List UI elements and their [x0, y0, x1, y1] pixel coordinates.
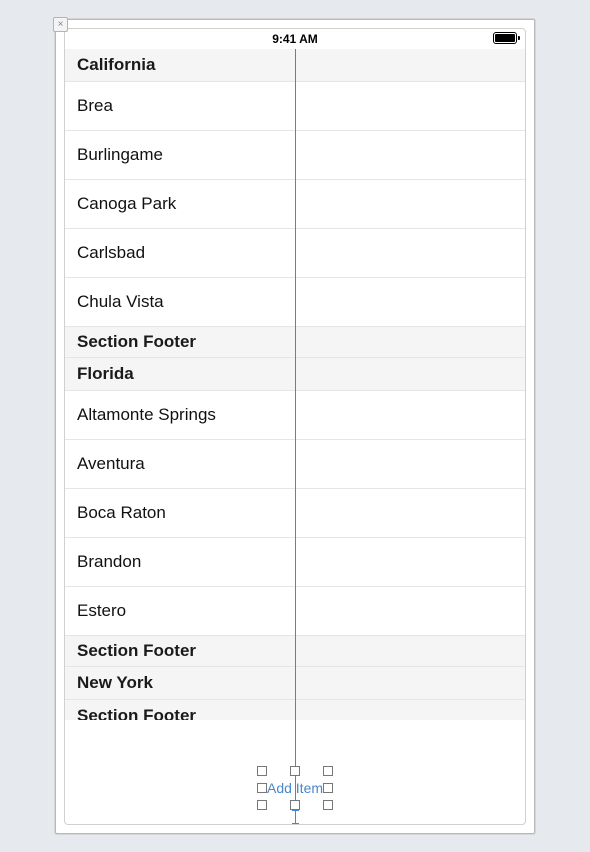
selection-handles[interactable]: Add Item — [257, 766, 333, 810]
simulator-window: 9:41 AM California Brea Burlingame Canog… — [55, 19, 535, 834]
resize-handle-icon[interactable] — [323, 800, 333, 810]
add-item-button[interactable]: Add Item — [257, 766, 333, 810]
center-alignment-guide — [295, 49, 296, 816]
add-item-label: Add Item — [257, 780, 333, 796]
resize-handle-icon[interactable] — [257, 800, 267, 810]
status-bar: 9:41 AM — [65, 29, 525, 49]
resize-handle-icon[interactable] — [257, 766, 267, 776]
resize-handle-icon[interactable] — [290, 766, 300, 776]
battery-icon — [493, 32, 517, 44]
resize-handle-icon[interactable] — [323, 766, 333, 776]
status-time: 9:41 AM — [272, 32, 318, 46]
window-close-icon[interactable]: × — [53, 17, 68, 32]
resize-handle-icon[interactable] — [290, 800, 300, 810]
phone-canvas: 9:41 AM California Brea Burlingame Canog… — [64, 28, 526, 825]
text-caret-icon — [295, 810, 296, 824]
